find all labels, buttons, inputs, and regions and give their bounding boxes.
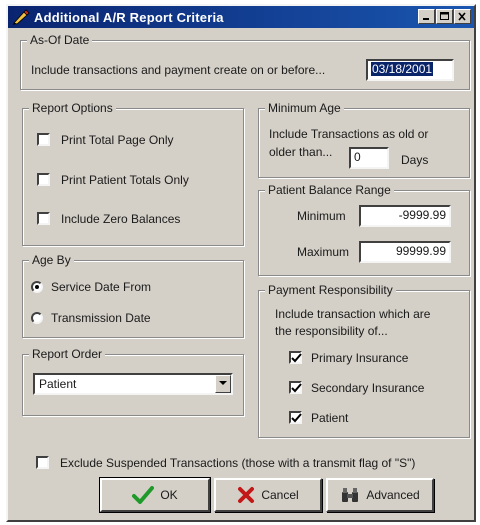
green-check-icon <box>132 486 155 504</box>
maximize-icon <box>440 12 449 20</box>
print-patient-totals-only-checkbox[interactable] <box>37 173 50 186</box>
primary-insurance-checkbox[interactable] <box>289 351 302 364</box>
patient-balance-range-legend: Patient Balance Range <box>265 183 394 197</box>
checkmark-icon <box>291 353 302 363</box>
maximize-button[interactable] <box>436 9 453 24</box>
maximum-label: Maximum <box>297 245 350 259</box>
payment-text-1: Include transaction which are <box>275 307 431 321</box>
chevron-down-icon <box>219 381 227 385</box>
as-of-date-text: Include transactions and payment create … <box>31 63 326 77</box>
maximum-balance-input[interactable]: 99999.99 <box>359 241 451 263</box>
transmission-date-label[interactable]: Transmission Date <box>51 311 151 325</box>
transmission-date-radio[interactable] <box>31 312 43 324</box>
minimum-age-unit: Days <box>401 153 429 167</box>
report-order-group: Report Order Patient <box>22 347 244 416</box>
print-total-page-only-checkbox[interactable] <box>37 133 50 146</box>
patient-label[interactable]: Patient <box>311 411 348 425</box>
minimize-icon <box>423 18 429 20</box>
include-zero-balances-label[interactable]: Include Zero Balances <box>61 212 180 226</box>
service-date-from-label[interactable]: Service Date From <box>51 280 151 294</box>
checkmark-icon <box>291 383 302 393</box>
close-icon <box>458 12 466 21</box>
exclude-suspended-label[interactable]: Exclude Suspended Transactions (those wi… <box>60 456 415 470</box>
exclude-suspended-checkbox[interactable] <box>36 456 49 469</box>
app-pen-icon <box>13 9 30 25</box>
report-order-value: Patient <box>39 377 77 391</box>
minimum-age-text-2: older than... <box>269 145 333 159</box>
as-of-date-input[interactable]: 03/18/2001 <box>366 59 454 81</box>
report-options-legend: Report Options <box>29 101 116 115</box>
patient-balance-range-group: Patient Balance Range Minimum -9999.99 M… <box>258 183 470 276</box>
cancel-button[interactable]: Cancel <box>214 478 322 512</box>
as-of-date-legend: As-Of Date <box>27 33 93 47</box>
cancel-button-label: Cancel <box>261 488 299 502</box>
payment-responsibility-group: Payment Responsibility Include transacti… <box>258 283 470 438</box>
minimum-age-group: Minimum Age Include Transactions as old … <box>258 101 470 178</box>
payment-text-2: the responsibility of... <box>275 324 388 338</box>
ok-button[interactable]: OK <box>99 477 211 513</box>
age-by-legend: Age By <box>29 253 74 267</box>
minimize-button[interactable] <box>418 9 435 24</box>
close-button[interactable] <box>454 9 471 24</box>
include-zero-balances-checkbox[interactable] <box>37 212 50 225</box>
checkmark-icon <box>291 413 302 423</box>
print-patient-totals-only-label[interactable]: Print Patient Totals Only <box>61 173 189 187</box>
as-of-date-group: As-Of Date Include transactions and paym… <box>20 33 470 90</box>
binoculars-icon <box>342 488 359 502</box>
report-order-dropdown-button[interactable] <box>215 375 231 393</box>
minimum-balance-input[interactable]: -9999.99 <box>359 205 451 227</box>
primary-insurance-label[interactable]: Primary Insurance <box>311 351 408 365</box>
title-bar[interactable]: Additional A/R Report Criteria <box>8 6 474 28</box>
advanced-button[interactable]: Advanced <box>326 478 434 512</box>
report-criteria-dialog: Additional A/R Report Criteria As-Of Dat… <box>6 4 476 522</box>
ok-button-label: OK <box>160 488 178 502</box>
report-order-select[interactable]: Patient <box>33 373 233 395</box>
window-title: Additional A/R Report Criteria <box>34 9 224 25</box>
minimum-age-legend: Minimum Age <box>265 101 344 115</box>
payment-responsibility-legend: Payment Responsibility <box>265 283 396 297</box>
advanced-button-label: Advanced <box>366 488 420 502</box>
minimum-age-input[interactable]: 0 <box>349 147 389 169</box>
minimum-age-text-1: Include Transactions as old or <box>269 127 429 141</box>
red-x-icon <box>238 487 255 503</box>
service-date-from-radio[interactable] <box>31 281 43 293</box>
print-total-page-only-label[interactable]: Print Total Page Only <box>61 133 174 147</box>
report-order-legend: Report Order <box>29 347 106 361</box>
report-options-group: Report Options Print Total Page Only Pri… <box>22 101 244 246</box>
patient-checkbox[interactable] <box>289 411 302 424</box>
secondary-insurance-checkbox[interactable] <box>289 381 302 394</box>
minimum-label: Minimum <box>297 209 346 223</box>
secondary-insurance-label[interactable]: Secondary Insurance <box>311 381 424 395</box>
age-by-group: Age By Service Date From Transmission Da… <box>22 253 244 338</box>
